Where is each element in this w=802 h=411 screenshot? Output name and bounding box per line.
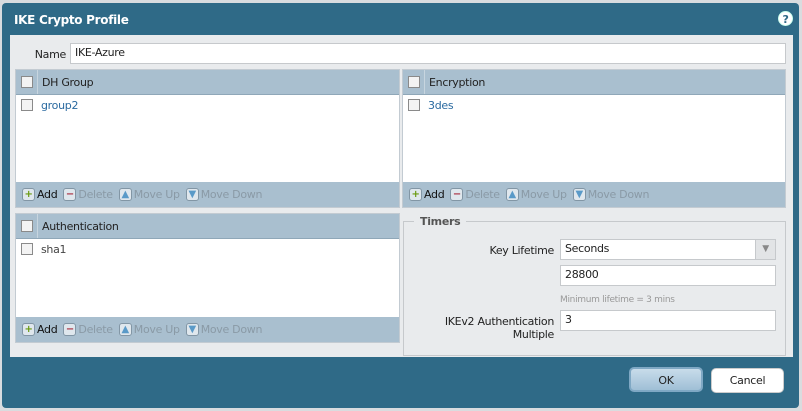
ike-crypto-profile-dialog: IKE Crypto Profile ? Name IKE-Azure DH G…	[2, 3, 799, 408]
row-checkbox[interactable]	[21, 243, 33, 255]
minus-icon: −	[63, 188, 77, 201]
ikev2-auth-multiple-input[interactable]: 3	[560, 310, 776, 331]
timers-legend: Timers	[414, 215, 467, 228]
authentication-toolbar: + Add − Delete ▲ Move Up ▼ Move Down	[16, 317, 399, 342]
encryption-value[interactable]: 3des	[428, 99, 454, 112]
move-up-button[interactable]: ▲ Move Up	[118, 188, 180, 201]
name-input[interactable]: IKE-Azure	[70, 43, 786, 64]
plus-icon: +	[22, 188, 35, 201]
delete-button[interactable]: − Delete	[63, 323, 113, 336]
plus-icon: +	[409, 188, 422, 201]
arrow-up-icon: ▲	[118, 323, 132, 336]
row-checkbox[interactable]	[408, 99, 420, 111]
add-button[interactable]: + Add	[409, 188, 445, 201]
delete-button[interactable]: − Delete	[450, 188, 500, 201]
encryption-toolbar: + Add − Delete ▲ Move Up ▼ Move Down	[403, 182, 785, 207]
select-all-checkbox[interactable]	[408, 76, 420, 88]
move-down-button[interactable]: ▼ Move Down	[572, 188, 649, 201]
authentication-header[interactable]: Authentication	[37, 214, 119, 238]
arrow-down-icon: ▼	[572, 188, 586, 201]
encryption-header[interactable]: Encryption	[424, 70, 485, 94]
table-row[interactable]: sha1	[16, 239, 399, 260]
dialog-title: IKE Crypto Profile	[14, 13, 129, 27]
dh-group-toolbar: + Add − Delete ▲ Move Up ▼ Move Down	[16, 182, 399, 207]
authentication-grid: Authentication sha1 + Add − Delete ▲ Move U…	[15, 213, 400, 343]
move-down-button[interactable]: ▼ Move Down	[185, 323, 262, 336]
move-up-button[interactable]: ▲ Move Up	[118, 323, 180, 336]
minus-icon: −	[450, 188, 464, 201]
arrow-down-icon: ▼	[185, 188, 199, 201]
authentication-value[interactable]: sha1	[41, 243, 67, 256]
arrow-up-icon: ▲	[118, 188, 132, 201]
select-all-checkbox[interactable]	[21, 76, 33, 88]
key-lifetime-unit-select[interactable]: Seconds ▼	[560, 239, 776, 260]
ikev2-auth-multiple-label: IKEv2 Authentication Multiple	[444, 315, 554, 341]
select-all-checkbox[interactable]	[21, 220, 33, 232]
dialog-body: Name IKE-Azure DH Group group2 + Add − Del…	[10, 35, 793, 357]
add-button[interactable]: + Add	[22, 323, 58, 336]
move-down-button[interactable]: ▼ Move Down	[185, 188, 262, 201]
minus-icon: −	[63, 323, 77, 336]
key-lifetime-label: Key Lifetime	[489, 244, 554, 257]
lifetime-hint: Minimum lifetime = 3 mins	[560, 295, 675, 305]
name-label: Name	[34, 48, 67, 61]
arrow-up-icon: ▲	[505, 188, 519, 201]
delete-button[interactable]: − Delete	[63, 188, 113, 201]
help-icon[interactable]: ?	[778, 11, 793, 26]
row-checkbox[interactable]	[21, 99, 33, 111]
cancel-button[interactable]: Cancel	[711, 368, 784, 393]
move-up-button[interactable]: ▲ Move Up	[505, 188, 567, 201]
timers-fieldset: Timers Key Lifetime Seconds ▼ 28800 Mini…	[403, 215, 786, 356]
ok-button[interactable]: OK	[629, 367, 703, 392]
add-button[interactable]: + Add	[22, 188, 58, 201]
chevron-down-icon[interactable]: ▼	[755, 240, 775, 259]
dh-group-grid: DH Group group2 + Add − Delete ▲ Move Up ▼ M…	[15, 69, 400, 208]
encryption-grid: Encryption 3des + Add − Delete ▲ Move Up ▼ M…	[402, 69, 786, 208]
table-row[interactable]: group2	[16, 95, 399, 116]
arrow-down-icon: ▼	[185, 323, 199, 336]
plus-icon: +	[22, 323, 35, 336]
table-row[interactable]: 3des	[403, 95, 785, 116]
key-lifetime-input[interactable]: 28800	[560, 265, 776, 286]
dh-group-value[interactable]: group2	[41, 99, 78, 112]
dh-group-header[interactable]: DH Group	[37, 70, 94, 94]
